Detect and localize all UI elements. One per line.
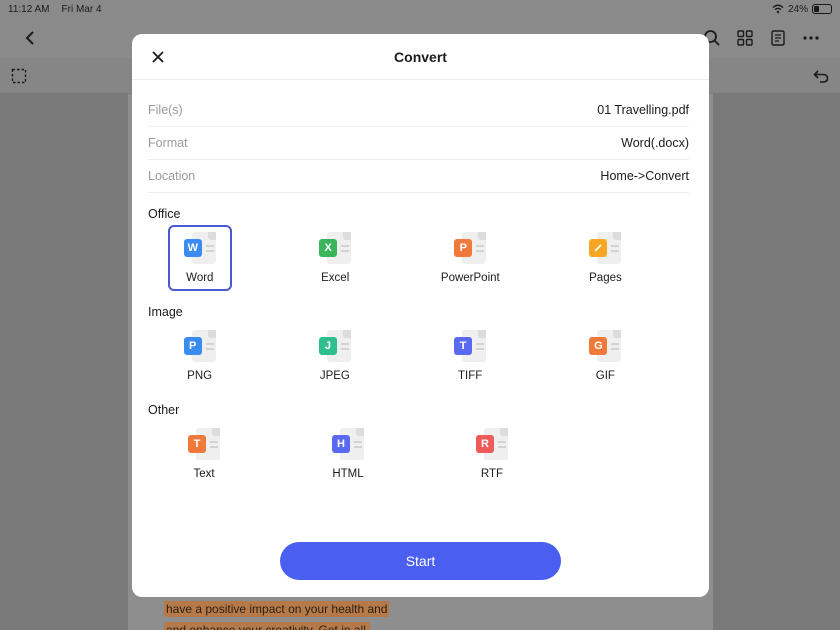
format-label: Text xyxy=(193,468,215,480)
files-label: File(s) xyxy=(148,103,183,117)
convert-dialog: Convert File(s) 01 Travelling.pdf Format… xyxy=(132,34,709,597)
format-tile-excel[interactable]: X Excel xyxy=(304,225,367,291)
image-formats: P PNG J JPEG T TIFF G GIF xyxy=(132,323,709,389)
text-file-icon: T xyxy=(188,428,220,462)
format-label: TIFF xyxy=(457,370,483,382)
conversion-info: File(s) 01 Travelling.pdf Format Word(.d… xyxy=(132,94,709,193)
status-date: Fri Mar 4 xyxy=(61,3,102,15)
format-label: JPEG xyxy=(319,370,350,382)
rtf-file-icon: R xyxy=(476,428,508,462)
office-formats: W Word X Excel P PowerPoint Pages xyxy=(132,225,709,291)
format-tile-text[interactable]: T Text xyxy=(168,421,240,487)
dialog-header: Convert xyxy=(132,34,709,80)
format-value: Word(.docx) xyxy=(621,136,689,150)
excel-file-icon: X xyxy=(319,232,352,266)
selection-tool-icon[interactable] xyxy=(7,64,31,88)
format-label: Word xyxy=(186,272,214,284)
start-button[interactable]: Start xyxy=(280,542,561,580)
png-file-icon: P xyxy=(183,330,216,364)
more-icon[interactable] xyxy=(799,26,823,50)
format-tile-html[interactable]: H HTML xyxy=(312,421,384,487)
undo-icon[interactable] xyxy=(809,64,833,88)
status-time: 11:12 AM xyxy=(8,3,50,15)
format-label: PNG xyxy=(187,370,213,382)
format-tile-word[interactable]: W Word xyxy=(168,225,232,291)
tiff-file-icon: T xyxy=(454,330,487,364)
other-formats: T Text H HTML R RTF xyxy=(132,421,709,487)
format-tile-gif[interactable]: G GIF xyxy=(574,323,637,389)
close-icon xyxy=(152,51,164,63)
info-row-files: File(s) 01 Travelling.pdf xyxy=(148,94,689,127)
powerpoint-file-icon: P xyxy=(454,232,487,266)
format-tile-png[interactable]: P PNG xyxy=(168,323,231,389)
dialog-title: Convert xyxy=(394,48,447,65)
highlighted-text-line: and enhance your creativity. Get in all xyxy=(164,622,370,630)
close-button[interactable] xyxy=(146,45,170,69)
format-label: Excel xyxy=(321,272,350,284)
section-title-image: Image xyxy=(148,305,183,319)
format-tile-pages[interactable]: Pages xyxy=(574,225,637,291)
back-icon[interactable] xyxy=(18,26,42,50)
location-label: Location xyxy=(148,169,196,183)
status-bar: 11:12 AM Fri Mar 4 24% xyxy=(0,0,840,18)
jpeg-file-icon: J xyxy=(318,330,351,364)
section-title-office: Office xyxy=(148,207,181,221)
format-tile-tiff[interactable]: T TIFF xyxy=(439,323,502,389)
grid-view-icon[interactable] xyxy=(733,26,757,50)
wifi-icon xyxy=(772,4,784,14)
format-label: PowerPoint xyxy=(440,272,500,284)
location-value: Home->Convert xyxy=(600,169,689,183)
format-label: Format xyxy=(148,136,188,150)
section-title-other: Other xyxy=(148,403,180,417)
format-tile-powerpoint[interactable]: P PowerPoint xyxy=(439,225,502,291)
info-row-location[interactable]: Location Home->Convert xyxy=(148,160,689,193)
word-file-icon: W xyxy=(183,232,216,266)
html-file-icon: H xyxy=(332,428,364,462)
highlighted-text-line: have a positive impact on your health an… xyxy=(164,601,390,617)
format-label: GIF xyxy=(595,370,615,382)
gif-file-icon: G xyxy=(589,330,622,364)
battery-percent: 24% xyxy=(787,3,808,15)
format-label: RTF xyxy=(480,468,504,480)
pages-file-icon xyxy=(589,232,622,266)
info-row-format[interactable]: Format Word(.docx) xyxy=(148,127,689,160)
battery-icon xyxy=(812,4,832,14)
format-label: Pages xyxy=(589,272,622,284)
format-tile-jpeg[interactable]: J JPEG xyxy=(303,323,366,389)
format-tile-rtf[interactable]: R RTF xyxy=(456,421,528,487)
document-outline-icon[interactable] xyxy=(766,26,790,50)
format-label: HTML xyxy=(332,468,364,480)
files-value: 01 Travelling.pdf xyxy=(597,103,689,117)
